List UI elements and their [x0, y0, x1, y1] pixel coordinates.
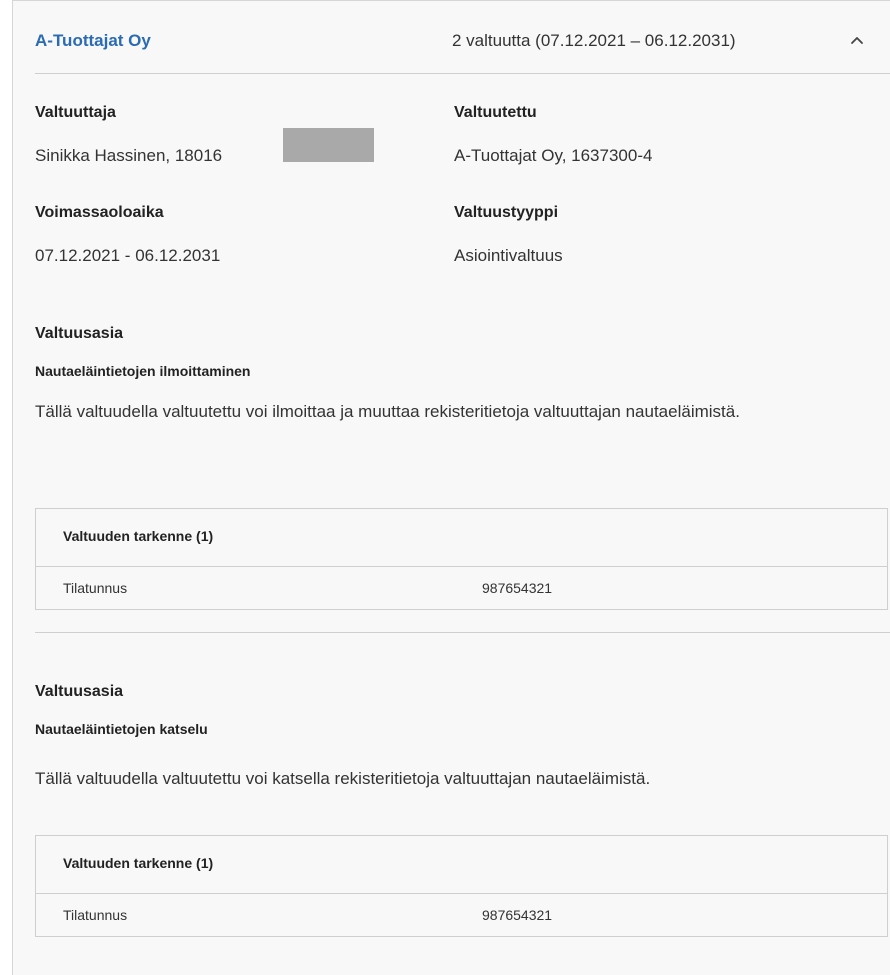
row-value: 987654321 — [482, 907, 553, 923]
principal-label: Valtuuttaja — [35, 104, 116, 121]
table-header: Valtuuden tarkenne (1) — [36, 836, 887, 894]
chevron-up-icon — [851, 37, 863, 44]
agent-value: A-Tuottajat Oy, 1637300-4 — [454, 146, 653, 165]
collapse-button[interactable] — [846, 28, 868, 52]
mandate-description: Tällä valtuudella valtuutettu voi katsel… — [35, 769, 651, 788]
validity-label: Voimassaoloaika — [35, 204, 164, 221]
authorization-card: A-Tuottajat Oy 2 valtuutta (07.12.2021 –… — [12, 0, 890, 975]
row-key: Tilatunnus — [63, 907, 128, 923]
type-label: Valtuustyyppi — [454, 204, 559, 221]
mandate-description: Tällä valtuudella valtuutettu voi ilmoit… — [35, 402, 740, 421]
header-divider — [35, 73, 890, 74]
section-divider — [35, 632, 890, 633]
mandate-title: Nautaeläintietojen katselu — [35, 721, 208, 737]
org-name-link[interactable]: A-Tuottajat Oy — [35, 31, 151, 51]
type-value: Asiointivaltuus — [454, 246, 563, 265]
validity-value: 07.12.2021 - 06.12.2031 — [35, 246, 221, 265]
agent-label: Valtuutettu — [454, 104, 537, 121]
row-value: 987654321 — [482, 580, 553, 596]
mandate-heading: Valtuusasia — [35, 325, 124, 342]
mandate-specifier-table: Valtuuden tarkenne (1) Tilatunnus 987654… — [35, 508, 888, 610]
authorization-summary: 2 valtuutta (07.12.2021 – 06.12.2031) — [452, 31, 736, 50]
redaction-box — [283, 128, 374, 162]
table-title: Valtuuden tarkenne (1) — [63, 528, 214, 544]
table-row: Tilatunnus 987654321 — [36, 567, 887, 610]
mandate-heading: Valtuusasia — [35, 683, 124, 700]
table-row: Tilatunnus 987654321 — [36, 894, 887, 937]
row-key: Tilatunnus — [63, 580, 128, 596]
mandate-specifier-table: Valtuuden tarkenne (1) Tilatunnus 987654… — [35, 835, 888, 937]
table-header: Valtuuden tarkenne (1) — [36, 509, 887, 567]
principal-value: Sinikka Hassinen, 18016 — [35, 146, 223, 165]
mandate-title: Nautaeläintietojen ilmoittaminen — [35, 363, 251, 379]
table-title: Valtuuden tarkenne (1) — [63, 855, 214, 871]
